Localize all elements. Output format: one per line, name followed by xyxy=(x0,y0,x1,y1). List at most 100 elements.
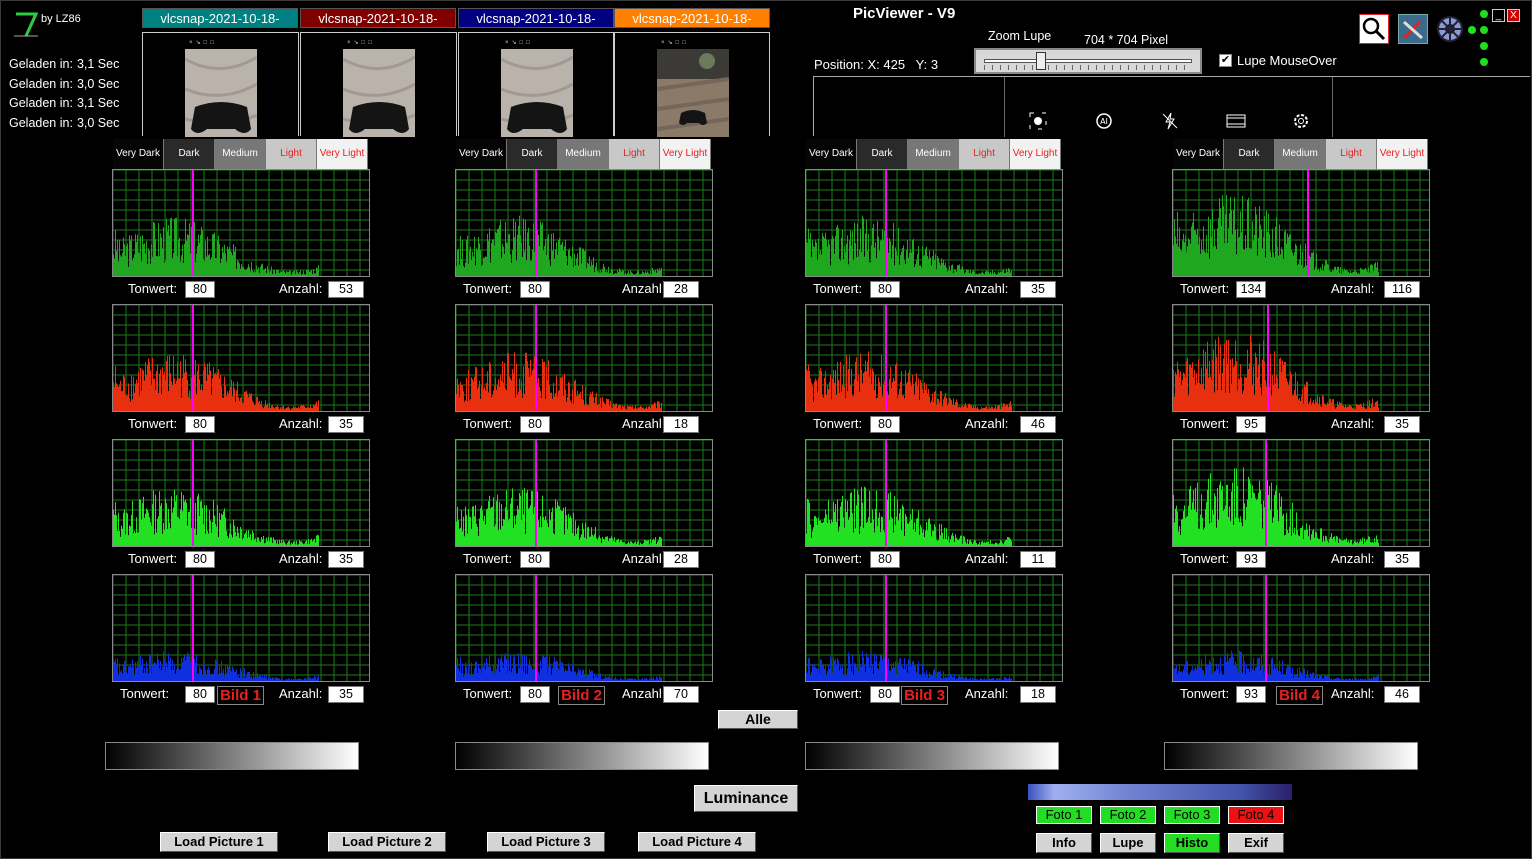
histogram-blue[interactable] xyxy=(805,574,1063,682)
picture-label: Bild 4 xyxy=(1276,686,1323,705)
histogram-green[interactable] xyxy=(455,439,713,547)
lupe-mouseover-checkbox[interactable]: ✔ xyxy=(1219,54,1232,67)
load-picture-1-button[interactable]: Load Picture 1 xyxy=(160,832,278,852)
tone-label[interactable]: Dark xyxy=(507,139,558,169)
tone-label[interactable]: Light xyxy=(959,139,1010,169)
ai-icon[interactable]: AI xyxy=(1094,111,1114,131)
anzahl-value: 11 xyxy=(1020,551,1056,568)
app-logo xyxy=(14,12,39,37)
tone-label[interactable]: Light xyxy=(266,139,317,169)
anzahl-value: 18 xyxy=(663,416,699,433)
histogram-luma[interactable] xyxy=(455,169,713,277)
tonwert-label: Tonwert: xyxy=(463,551,513,566)
lupe-button[interactable]: Lupe xyxy=(1100,833,1156,853)
tone-label[interactable]: Dark xyxy=(1224,139,1275,169)
tone-label[interactable]: Very Dark xyxy=(1173,139,1224,169)
histogram-blue[interactable] xyxy=(1172,574,1430,682)
tonwert-value: 80 xyxy=(870,281,900,298)
tab-picture-3[interactable]: vlcsnap-2021-10-18- xyxy=(458,8,614,28)
tools-icon[interactable] xyxy=(1398,14,1428,44)
close-button[interactable]: X xyxy=(1507,9,1520,22)
thumbnail-frame-2[interactable]: ×↘□□ xyxy=(300,32,457,137)
magnifier-icon[interactable] xyxy=(1359,14,1389,44)
tab-picture-1[interactable]: vlcsnap-2021-10-18- xyxy=(142,8,298,28)
thumbnail-1 xyxy=(185,49,257,137)
alle-button[interactable]: Alle xyxy=(718,710,798,729)
tonwert-value: 134 xyxy=(1236,281,1266,298)
picture-label: Bild 3 xyxy=(901,686,948,705)
histogram-bars xyxy=(113,217,319,276)
minimize-button[interactable]: _ xyxy=(1492,9,1505,22)
tone-label[interactable]: Very Light xyxy=(660,139,711,169)
tone-label[interactable]: Dark xyxy=(164,139,215,169)
tone-label[interactable]: Dark xyxy=(857,139,908,169)
anzahl-value: 35 xyxy=(1384,551,1420,568)
thumbnail-4 xyxy=(657,49,729,137)
thumbnail-frame-4[interactable]: ×↘□□ xyxy=(614,32,770,137)
tone-label[interactable]: Very Light xyxy=(1377,139,1428,169)
tone-label[interactable]: Medium xyxy=(215,139,266,169)
histogram-blue[interactable] xyxy=(112,574,370,682)
zoom-slider-track xyxy=(984,59,1192,63)
anzahl-label: Anzahl: xyxy=(1331,686,1375,701)
histo-button[interactable]: Histo xyxy=(1164,833,1220,853)
tone-label[interactable]: Very Light xyxy=(317,139,368,169)
tone-label[interactable]: Very Dark xyxy=(113,139,164,169)
histogram-red[interactable] xyxy=(112,304,370,412)
gear-icon[interactable] xyxy=(1291,111,1311,131)
foto-4-button[interactable]: Foto 4 xyxy=(1228,806,1284,824)
tone-label[interactable]: Light xyxy=(1326,139,1377,169)
histogram-red[interactable] xyxy=(805,304,1063,412)
foto-2-button[interactable]: Foto 2 xyxy=(1100,806,1156,824)
load-picture-4-button[interactable]: Load Picture 4 xyxy=(638,832,756,852)
flash-off-icon[interactable] xyxy=(1160,111,1180,131)
zoom-label: Zoom Lupe xyxy=(988,29,1052,43)
histogram-bars xyxy=(113,651,319,681)
anzahl-label: Anzahl: xyxy=(622,551,666,566)
histogram-red[interactable] xyxy=(1172,304,1430,412)
tone-label[interactable]: Very Light xyxy=(1010,139,1061,169)
load-picture-3-button[interactable]: Load Picture 3 xyxy=(487,832,605,852)
tab-picture-2[interactable]: vlcsnap-2021-10-18- xyxy=(300,8,456,28)
tone-label[interactable]: Very Dark xyxy=(456,139,507,169)
tone-label[interactable]: Light xyxy=(609,139,660,169)
tonwert-value: 80 xyxy=(870,416,900,433)
histogram-green[interactable] xyxy=(805,439,1063,547)
anzahl-label: Anzahl: xyxy=(1331,416,1375,431)
histogram-green[interactable] xyxy=(112,439,370,547)
histogram-bars xyxy=(806,351,1012,411)
histogram-green[interactable] xyxy=(1172,439,1430,547)
histogram-luma[interactable] xyxy=(805,169,1063,277)
foto-3-button[interactable]: Foto 3 xyxy=(1164,806,1220,824)
camera-focus-icon[interactable] xyxy=(1028,111,1048,131)
luminance-gradient-2 xyxy=(455,742,709,770)
anzahl-label: Anzahl: xyxy=(622,416,666,431)
histogram-luma[interactable] xyxy=(112,169,370,277)
tone-range-bar: Very Dark Dark Medium Light Very Light xyxy=(806,139,1061,169)
tone-label[interactable]: Medium xyxy=(908,139,959,169)
tone-label[interactable]: Medium xyxy=(1275,139,1326,169)
tonwert-label: Tonwert: xyxy=(813,281,863,296)
histogram-luma[interactable] xyxy=(1172,169,1430,277)
exif-button[interactable]: Exif xyxy=(1228,833,1284,853)
anzahl-label: Anzahl: xyxy=(965,686,1009,701)
info-button[interactable]: Info xyxy=(1036,833,1092,853)
film-icon[interactable] xyxy=(1226,111,1246,131)
tone-range-bar: Very Dark Dark Medium Light Very Light xyxy=(1173,139,1428,169)
foto-1-button[interactable]: Foto 1 xyxy=(1036,806,1092,824)
tab-picture-4[interactable]: vlcsnap-2021-10-18- xyxy=(614,8,770,28)
tone-label[interactable]: Very Dark xyxy=(806,139,857,169)
load-picture-2-button[interactable]: Load Picture 2 xyxy=(328,832,446,852)
histogram-red[interactable] xyxy=(455,304,713,412)
thumbnail-frame-3[interactable]: ×↘□□ xyxy=(458,32,614,137)
luminance-button[interactable]: Luminance xyxy=(694,785,798,812)
tonwert-value: 93 xyxy=(1236,686,1266,703)
anzahl-value: 116 xyxy=(1384,281,1420,298)
tone-label[interactable]: Medium xyxy=(558,139,609,169)
zoom-slider[interactable] xyxy=(974,48,1202,74)
anzahl-label: Anzahl: xyxy=(279,551,323,566)
settings-icon[interactable] xyxy=(1435,14,1465,44)
thumbnail-frame-1[interactable]: ×↘□□ xyxy=(142,32,299,137)
zoom-slider-thumb[interactable] xyxy=(1036,52,1046,70)
histogram-blue[interactable] xyxy=(455,574,713,682)
